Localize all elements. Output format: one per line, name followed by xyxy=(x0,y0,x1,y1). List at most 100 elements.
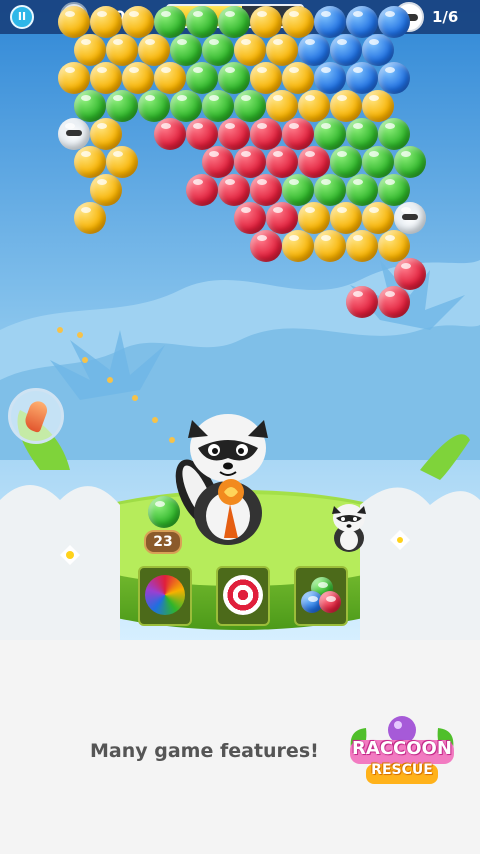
yellow-bubble xyxy=(362,202,394,234)
green-bubble xyxy=(138,90,170,122)
green-bubble xyxy=(186,62,218,94)
red-bubble xyxy=(394,258,426,290)
red-bubble xyxy=(234,146,266,178)
yellow-bubble xyxy=(234,34,266,66)
green-bubble xyxy=(234,90,266,122)
green-bubble xyxy=(106,90,138,122)
color-bubbles-icon xyxy=(301,575,341,615)
trapped-raccoon-bubble xyxy=(394,202,426,234)
green-bubble xyxy=(282,174,314,206)
red-bubble xyxy=(218,174,250,206)
booster-rainbow-ball[interactable] xyxy=(138,566,192,626)
trapped-raccoon-bubble xyxy=(58,118,90,150)
red-bubble xyxy=(154,118,186,150)
blue-bubble xyxy=(314,6,346,38)
yellow-bubble xyxy=(74,202,106,234)
yellow-bubble xyxy=(58,62,90,94)
blue-bubble xyxy=(378,62,410,94)
booster-target[interactable] xyxy=(216,566,270,626)
raccoon-character xyxy=(175,414,268,545)
blue-bubble xyxy=(378,6,410,38)
green-bubble xyxy=(362,146,394,178)
green-bubble xyxy=(218,6,250,38)
red-bubble xyxy=(250,230,282,262)
green-bubble xyxy=(314,118,346,150)
green-bubble xyxy=(394,146,426,178)
green-bubble xyxy=(314,174,346,206)
red-bubble xyxy=(266,202,298,234)
yellow-bubble xyxy=(362,90,394,122)
blue-bubble xyxy=(346,62,378,94)
booster-color-cluster[interactable] xyxy=(294,566,348,626)
logo-title: RACCOON xyxy=(352,738,452,759)
yellow-bubble xyxy=(282,6,314,38)
green-bubble xyxy=(202,90,234,122)
yellow-bubble xyxy=(378,230,410,262)
blue-bubble xyxy=(298,34,330,66)
blue-bubble xyxy=(314,62,346,94)
rainbow-ball-icon xyxy=(145,575,185,615)
pause-icon: II xyxy=(17,10,27,23)
red-bubble xyxy=(298,146,330,178)
yellow-bubble xyxy=(138,34,170,66)
red-bubble xyxy=(266,146,298,178)
blue-bubble xyxy=(330,34,362,66)
green-bubble xyxy=(378,174,410,206)
yellow-bubble xyxy=(106,34,138,66)
yellow-bubble xyxy=(90,174,122,206)
yellow-bubble xyxy=(74,34,106,66)
yellow-bubble xyxy=(122,6,154,38)
yellow-bubble xyxy=(154,62,186,94)
yellow-bubble xyxy=(58,6,90,38)
yellow-bubble xyxy=(250,62,282,94)
green-bubble xyxy=(74,90,106,122)
swap-powerup-button[interactable] xyxy=(8,388,64,444)
yellow-bubble xyxy=(282,230,314,262)
yellow-bubble xyxy=(250,6,282,38)
green-bubble xyxy=(330,146,362,178)
target-icon xyxy=(223,575,263,615)
logo-subtitle: RESCUE xyxy=(371,762,433,778)
yellow-bubble xyxy=(266,34,298,66)
blue-bubble xyxy=(346,6,378,38)
red-bubble xyxy=(186,118,218,150)
red-bubble xyxy=(218,118,250,150)
red-bubble xyxy=(282,118,314,150)
yellow-bubble xyxy=(346,230,378,262)
red-bubble xyxy=(186,174,218,206)
raccoon-rescue-logo: RACCOON RESCUE xyxy=(346,710,458,790)
yellow-bubble xyxy=(266,90,298,122)
pause-button[interactable]: II xyxy=(10,5,34,29)
rescued-counter: 1/6 xyxy=(432,8,459,26)
yellow-bubble xyxy=(298,202,330,234)
game-screen[interactable]: II 4800 ★ ★ ★ 1/6 xyxy=(0,0,480,640)
yellow-bubble xyxy=(90,62,122,94)
red-bubble xyxy=(250,118,282,150)
red-bubble xyxy=(250,174,282,206)
red-bubble xyxy=(378,286,410,318)
yellow-bubble xyxy=(122,62,154,94)
yellow-bubble xyxy=(330,202,362,234)
yellow-bubble xyxy=(298,90,330,122)
promo-footer: Many game features! RACCOON RESCUE xyxy=(0,640,480,854)
green-bubble xyxy=(170,90,202,122)
yellow-bubble xyxy=(90,118,122,150)
yellow-bubble xyxy=(74,146,106,178)
green-bubble xyxy=(202,34,234,66)
feather-icon xyxy=(22,398,50,434)
green-bubble xyxy=(186,6,218,38)
bubble-icon xyxy=(319,591,341,613)
promo-caption: Many game features! xyxy=(90,740,319,762)
green-bubble xyxy=(154,6,186,38)
current-shooter-bubble[interactable] xyxy=(148,496,180,528)
green-bubble xyxy=(346,174,378,206)
green-bubble xyxy=(218,62,250,94)
green-bubble xyxy=(346,118,378,150)
red-bubble xyxy=(234,202,266,234)
green-bubble xyxy=(378,118,410,150)
yellow-bubble xyxy=(106,146,138,178)
red-bubble xyxy=(202,146,234,178)
blue-bubble xyxy=(362,34,394,66)
red-bubble xyxy=(346,286,378,318)
yellow-bubble xyxy=(330,90,362,122)
